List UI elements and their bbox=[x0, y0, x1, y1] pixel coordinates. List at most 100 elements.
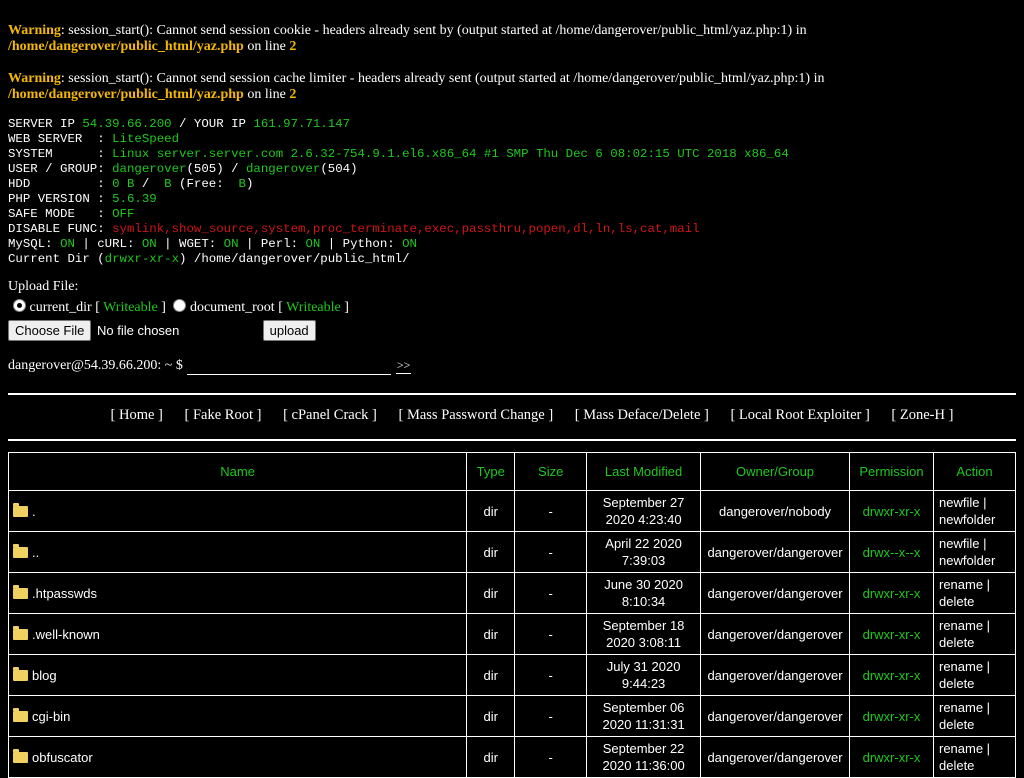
file-permission[interactable]: drwxr-xr-x bbox=[849, 572, 934, 614]
file-modified: June 30 2020 8:10:34 bbox=[586, 572, 702, 614]
file-modified: September 27 2020 4:23:40 bbox=[586, 490, 702, 532]
file-modified-date: September 06 bbox=[602, 700, 685, 715]
file-action-secondary[interactable]: delete bbox=[939, 717, 974, 732]
file-type: dir bbox=[466, 736, 516, 778]
file-action-primary[interactable]: rename | bbox=[939, 659, 990, 674]
file-name-cell[interactable]: obfuscator bbox=[7, 736, 468, 778]
table-row: . dir - September 27 2020 4:23:40 dangerover/… bbox=[7, 490, 1017, 532]
file-permission[interactable]: drwx--x--x bbox=[849, 531, 934, 573]
warning-file: /home/dangerover/public_html/yaz.php bbox=[8, 87, 244, 102]
file-action-primary[interactable]: newfile | bbox=[939, 495, 986, 510]
file-action-secondary[interactable]: newfolder bbox=[939, 553, 995, 568]
file-owner: dangerover/dangerover bbox=[700, 654, 851, 696]
command-input[interactable] bbox=[186, 357, 391, 375]
file-name[interactable]: . bbox=[32, 504, 36, 519]
radio-current-dir-label: current_dir bbox=[29, 300, 92, 315]
file-action-primary[interactable]: rename | bbox=[939, 618, 990, 633]
file-name-cell[interactable]: blog bbox=[7, 654, 468, 696]
file-action-secondary[interactable]: delete bbox=[939, 676, 974, 691]
table-row: cgi-bin dir - September 06 2020 11:31:31 dang… bbox=[7, 695, 1017, 737]
col-permission: Permission bbox=[849, 452, 934, 491]
file-modified-time: 9:44:23 bbox=[621, 676, 666, 691]
user-id: (505) bbox=[186, 162, 224, 176]
current-dir-label: Current Dir ( bbox=[8, 252, 105, 266]
perl-status: ON bbox=[305, 237, 321, 251]
warning-message: : session_start(): Cannot send session c… bbox=[60, 23, 807, 38]
file-modified-time: 7:39:03 bbox=[621, 553, 666, 568]
col-last-modified: Last Modified bbox=[586, 452, 702, 491]
warning-line: 2 bbox=[289, 39, 297, 54]
radio-document-root[interactable] bbox=[173, 299, 187, 312]
file-action-secondary[interactable]: delete bbox=[939, 758, 974, 773]
file-modified-date: July 31 2020 bbox=[606, 659, 681, 674]
file-actions: rename | delete bbox=[932, 695, 1017, 737]
file-name[interactable]: .. bbox=[32, 545, 39, 560]
file-name-cell[interactable]: .well-known bbox=[7, 613, 468, 655]
folder-icon bbox=[13, 502, 28, 517]
disable-func-label: DISABLE FUNC: bbox=[8, 222, 113, 236]
php-warning: Warning: session_start(): Cannot send se… bbox=[8, 23, 1008, 55]
folder-icon bbox=[13, 707, 28, 722]
file-type: dir bbox=[466, 490, 516, 532]
file-name-cell[interactable]: .htpasswds bbox=[7, 572, 468, 614]
file-action-secondary[interactable]: delete bbox=[939, 635, 974, 650]
file-name[interactable]: .well-known bbox=[32, 627, 100, 642]
file-actions: newfile | newfolder bbox=[932, 490, 1017, 532]
file-name[interactable]: blog bbox=[32, 668, 57, 683]
menu-mass-deface-delete[interactable]: [ Mass Deface/Delete ] bbox=[575, 407, 709, 423]
col-name: Name bbox=[7, 452, 468, 491]
menu-local-root-exploiter[interactable]: [ Local Root Exploiter ] bbox=[730, 407, 869, 423]
file-action-primary[interactable]: rename | bbox=[939, 741, 990, 756]
document-root-writeable: Writeable bbox=[286, 300, 341, 315]
menu-mass-password-change[interactable]: [ Mass Password Change ] bbox=[399, 407, 554, 423]
file-name-cell[interactable]: cgi-bin bbox=[7, 695, 468, 737]
safe-mode: OFF bbox=[112, 207, 135, 221]
file-permission[interactable]: drwxr-xr-x bbox=[849, 736, 934, 778]
file-permission[interactable]: drwxr-xr-x bbox=[849, 654, 934, 696]
php-version: 5.6.39 bbox=[112, 192, 157, 206]
menu-zone-h[interactable]: [ Zone-H ] bbox=[891, 407, 953, 423]
bracket-open: [ bbox=[274, 300, 287, 315]
table-row: blog dir - July 31 2020 9:44:23 dangerover/da… bbox=[7, 654, 1017, 696]
current-dir-path: ) /home/dangerover/public_html/ bbox=[179, 252, 410, 266]
file-permission[interactable]: drwxr-xr-x bbox=[849, 613, 934, 655]
file-action-secondary[interactable]: delete bbox=[939, 594, 974, 609]
hdd-label: HDD : bbox=[8, 177, 113, 191]
file-actions: rename | delete bbox=[932, 572, 1017, 614]
file-action-primary[interactable]: newfile | bbox=[939, 536, 986, 551]
file-type: dir bbox=[466, 572, 516, 614]
group-id: (504) bbox=[320, 162, 358, 176]
radio-current-dir[interactable] bbox=[13, 299, 26, 312]
file-name-cell[interactable]: .. bbox=[7, 531, 468, 573]
current-dir-perm: drwxr-xr-x bbox=[104, 252, 180, 266]
radio-document-root-label: document_root bbox=[189, 300, 275, 315]
menu-home[interactable]: [ Home ] bbox=[111, 407, 163, 423]
file-name-cell[interactable]: . bbox=[7, 490, 468, 532]
warning-label: Warning bbox=[8, 71, 61, 86]
file-action-primary[interactable]: rename | bbox=[939, 577, 990, 592]
file-name[interactable]: .htpasswds bbox=[32, 586, 97, 601]
upload-button[interactable]: upload bbox=[262, 320, 316, 341]
menu-fake-root[interactable]: [ Fake Root ] bbox=[185, 407, 262, 423]
no-file-chosen: No file chosen bbox=[97, 323, 180, 338]
file-type: dir bbox=[466, 531, 516, 573]
safe-mode-label: SAFE MODE : bbox=[8, 207, 113, 221]
server-info: SERVER IP 54.39.66.200 / YOUR IP 161.97.… bbox=[8, 117, 789, 267]
file-owner: dangerover/dangerover bbox=[700, 613, 851, 655]
file-permission[interactable]: drwxr-xr-x bbox=[849, 695, 934, 737]
file-name[interactable]: obfuscator bbox=[32, 750, 93, 765]
choose-file-button[interactable]: Choose File bbox=[8, 320, 92, 341]
file-table: Name Type Size Last Modified Owner/Group… bbox=[7, 452, 1017, 778]
file-size: - bbox=[514, 572, 588, 614]
file-action-primary[interactable]: rename | bbox=[939, 700, 990, 715]
menu-cpanel-crack[interactable]: [ cPanel Crack ] bbox=[283, 407, 377, 423]
divider bbox=[8, 439, 1016, 441]
file-name[interactable]: cgi-bin bbox=[32, 709, 70, 724]
group: dangerover bbox=[245, 162, 321, 176]
upload-title: Upload File: bbox=[8, 279, 79, 294]
file-action-secondary[interactable]: newfolder bbox=[939, 512, 995, 527]
file-permission[interactable]: drwxr-xr-x bbox=[849, 490, 934, 532]
hdd-free-label: (Free: bbox=[171, 177, 239, 191]
file-modified-time: 2020 11:36:00 bbox=[602, 758, 685, 773]
command-submit-button[interactable]: >> bbox=[395, 358, 412, 374]
